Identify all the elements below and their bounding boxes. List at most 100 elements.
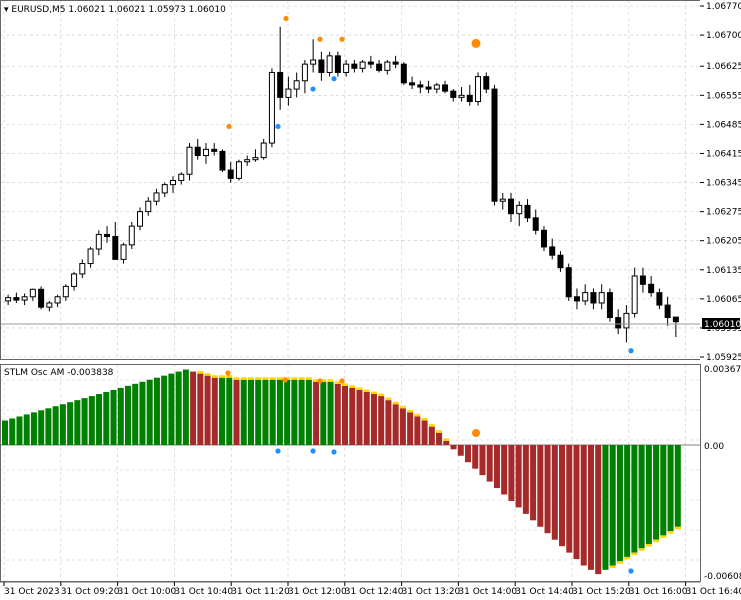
oscillator-signal-edge	[436, 430, 443, 433]
oscillator-bar	[609, 445, 616, 566]
time-tick-label: 31 Oct 14:40	[515, 587, 574, 597]
oscillator-signal-edge	[428, 424, 435, 427]
oscillator-bar	[67, 402, 74, 445]
price-axis[interactable]: 1.06770 1.06700 1.06625 1.06555 1.06485 1.064…	[700, 0, 741, 363]
candle-body	[128, 225, 135, 246]
price-chart[interactable]: ▾ EURUSD,M5 1.06021 1.06021 1.05973 1.06…	[0, 0, 701, 360]
oscillator-bar	[190, 371, 197, 445]
oscillator-signal-edge	[291, 377, 298, 380]
price-tick-label: 1.06700	[706, 31, 741, 41]
oscillator-bar	[139, 381, 146, 445]
candle-body	[95, 233, 102, 250]
oscillator-bar	[349, 387, 356, 445]
orange-dot-signal	[283, 15, 289, 22]
oscillator-bar	[124, 385, 132, 445]
oscillator-signal-edge	[356, 387, 363, 390]
oscillator-signal-edge	[653, 539, 660, 543]
candle-body	[631, 275, 638, 314]
oscillator-signal-edge	[385, 397, 392, 401]
oscillator-bar	[428, 426, 435, 445]
chart-terminal: ▾ EURUSD,M5 1.06021 1.06021 1.05973 1.06…	[0, 0, 741, 597]
oscillator-bar	[320, 381, 327, 445]
oscillator-signal-edge	[609, 565, 616, 569]
indicator-signal-dot	[275, 448, 281, 454]
price-tick-label: 1.06135	[706, 266, 741, 276]
indicator-signal-dot	[310, 448, 316, 454]
oscillator-signal-edge	[276, 377, 283, 380]
oscillator-bar	[52, 406, 59, 445]
price-tick-label: 1.05925	[706, 353, 741, 363]
candle-body	[301, 63, 308, 82]
price-tick-label: 1.06205	[706, 237, 741, 247]
oscillator-bar	[421, 420, 428, 445]
candle-body	[565, 267, 572, 298]
oscillator-bar	[537, 445, 544, 527]
candle-body	[400, 63, 407, 84]
candle-body	[590, 292, 597, 304]
oscillator-bar	[450, 445, 457, 450]
oscillator-signal-edge	[378, 393, 385, 397]
candle-body	[104, 233, 111, 238]
indicator-signal-dot	[282, 377, 288, 383]
indicator-title: STLM Osc AM -0.003838	[4, 368, 114, 378]
oscillator-signal-edge	[674, 526, 681, 530]
oscillator-signal-edge	[667, 531, 674, 534]
oscillator-bar	[182, 369, 189, 445]
candle-body	[235, 161, 242, 179]
oscillator-bar	[233, 379, 240, 445]
oscillator-bar	[508, 445, 515, 501]
oscillator-signal-edge	[392, 401, 399, 405]
time-tick-label: 31 Oct 16:40	[686, 587, 741, 597]
oscillator-bar	[472, 445, 479, 469]
candle-body	[475, 76, 482, 103]
oscillator-bar	[16, 416, 23, 445]
large-orange-dot-signal	[471, 38, 481, 48]
candle-body	[606, 292, 613, 319]
oscillator-bar	[559, 445, 566, 547]
candle-body	[573, 296, 580, 302]
oscillator-bar	[566, 445, 573, 553]
candle-body	[87, 248, 94, 265]
candle-body	[442, 84, 449, 92]
oscillator-bar	[414, 416, 421, 445]
time-tick-label: 31 Oct 12:00	[288, 587, 347, 597]
candle-body	[450, 90, 457, 98]
candle-body	[202, 148, 209, 157]
oscillator-signal-edge	[204, 373, 211, 376]
time-tick-label: 31 Oct 09:20	[61, 587, 120, 597]
candle-body	[186, 146, 193, 175]
candle-body	[549, 246, 556, 256]
oscillator-bar	[645, 445, 652, 544]
indicator-signal-dot	[331, 449, 337, 455]
oscillator-bar	[551, 445, 558, 540]
oscillator-bar	[103, 391, 110, 445]
indicator-level-bottom: -0.006087	[704, 572, 741, 582]
oscillator-bar	[204, 375, 211, 445]
oscillator-signal-edge	[233, 377, 240, 380]
candle-body	[417, 84, 424, 88]
oscillator-bar	[23, 414, 30, 445]
candle-body	[508, 198, 514, 215]
price-tick-label: 1.06345	[706, 179, 741, 189]
candle-body	[664, 304, 671, 319]
oscillator-bar	[247, 379, 254, 445]
candle-body	[557, 254, 564, 269]
indicator-axis[interactable]: 0.003678 0.00 -0.006087	[704, 365, 741, 582]
time-axis[interactable]: 31 Oct 2023 31 Oct 09:2031 Oct 10:0031 Oc…	[0, 581, 741, 597]
oscillator-signal-edge	[407, 409, 414, 413]
candle-body	[598, 292, 605, 304]
candle-body	[466, 94, 473, 103]
oscillator-signal-edge	[247, 377, 254, 380]
indicator-signal-dot	[317, 378, 323, 384]
time-tick-label: 31 Oct 12:40	[345, 587, 404, 597]
oscillator-bar	[276, 379, 283, 445]
indicator-panel[interactable]: STLM Osc AM -0.003838	[0, 364, 701, 582]
candle-body	[359, 61, 366, 69]
time-tick-label: 31 Oct 13:20	[402, 587, 461, 597]
candle-body	[153, 192, 160, 202]
candle-body	[351, 63, 358, 69]
oscillator-bar	[522, 445, 529, 514]
oscillator-bar	[298, 379, 305, 445]
indicator-signal-dot	[472, 429, 480, 437]
candle-body	[318, 59, 325, 73]
